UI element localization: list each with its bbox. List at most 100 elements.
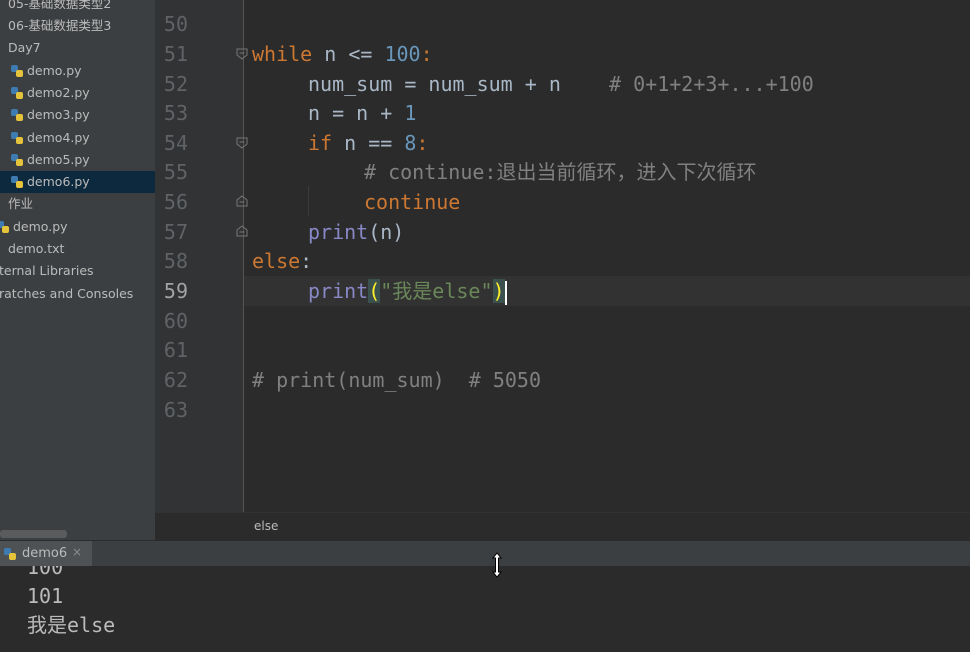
python-file-icon (11, 175, 23, 188)
line-number-current: 59 (163, 279, 188, 303)
line-number: 57 (163, 220, 188, 244)
tree-item-label: demo2.py (27, 85, 90, 100)
tree-item-file[interactable]: demo3.py (10, 104, 90, 126)
line-number: 56 (163, 190, 188, 214)
run-tab-demo6[interactable]: demo6 × (0, 541, 92, 567)
tree-item-scratches[interactable]: ratches and Consoles (0, 283, 133, 305)
python-file-icon (11, 131, 23, 144)
tree-item-file[interactable]: demo2.py (10, 82, 90, 104)
code-text: num_sum = num_sum + n (308, 72, 561, 96)
tree-item-label: demo5.py (27, 152, 90, 167)
close-icon[interactable]: × (72, 545, 82, 559)
sidebar-scrollbar[interactable] (0, 530, 67, 538)
code-line-54[interactable]: if n == 8: (308, 128, 428, 158)
project-tree[interactable]: 05-基础数据类型2 06-基础数据类型3 Day7 demo.py demo2… (0, 0, 155, 540)
code-text: n <= (312, 42, 385, 66)
console-output-line: 101 (27, 584, 64, 608)
code-line-57[interactable]: print(n) (308, 217, 404, 247)
tree-item-label: ternal Libraries (0, 263, 94, 278)
code-text: n == (332, 131, 405, 155)
line-number: 53 (163, 101, 188, 125)
line-number: 54 (163, 131, 188, 155)
ide-window: 05-基础数据类型2 06-基础数据类型3 Day7 demo.py demo2… (0, 0, 970, 652)
code-line-52[interactable]: num_sum = num_sum + n # 0+1+2+3+...+100 (308, 69, 814, 99)
line-number: 63 (163, 398, 188, 422)
console-output-line: 100 (27, 566, 64, 579)
tree-item-label: demo3.py (27, 107, 90, 122)
tree-item-label: demo.py (13, 219, 68, 234)
keyword: continue (364, 190, 461, 214)
keyword: while (252, 42, 313, 66)
tree-item-file[interactable]: demo4.py (10, 127, 90, 149)
fold-open-icon[interactable] (235, 136, 249, 150)
string-literal: "我是else" (380, 279, 493, 303)
tree-item-label: 05-基础数据类型2 (8, 0, 112, 11)
matched-brace: ) (492, 279, 505, 303)
python-file-icon (11, 153, 23, 166)
line-number: 61 (163, 338, 188, 362)
tree-item-label: demo6.py (27, 174, 90, 189)
breadcrumb-item[interactable]: else (254, 519, 278, 533)
run-tab-bar: demo6 × (0, 540, 970, 567)
tree-item-folder[interactable]: 06-基础数据类型3 (8, 15, 111, 37)
python-file-icon (11, 64, 23, 77)
punctuation: : (416, 131, 429, 155)
line-number: 52 (163, 72, 188, 96)
line-number: 55 (163, 160, 188, 184)
breadcrumb: else (155, 512, 970, 541)
tree-item-folder[interactable]: 作业 (8, 193, 33, 215)
code-text: : (300, 249, 313, 273)
tree-item-label: Day7 (8, 40, 41, 55)
tree-item-label: ratches and Consoles (0, 286, 134, 301)
indent-guide (308, 186, 309, 216)
code-line-59[interactable]: print("我是else") (308, 276, 507, 306)
code-line-58[interactable]: else: (252, 246, 312, 276)
python-file-icon (11, 108, 23, 121)
punctuation: : (420, 42, 433, 66)
line-number: 60 (163, 309, 188, 333)
matched-brace: ( (368, 279, 381, 303)
run-console[interactable]: 100 101 我是else (0, 566, 970, 652)
code-line-55[interactable]: # continue:退出当前循环，进入下次循环 (364, 157, 756, 187)
builtin-function: print (308, 279, 369, 303)
line-number: 50 (163, 12, 188, 36)
fold-end-icon[interactable] (235, 194, 249, 208)
keyword: else (252, 249, 301, 273)
tree-item-file[interactable]: demo5.py (10, 149, 90, 171)
tree-item-external-libraries[interactable]: ternal Libraries (0, 260, 94, 282)
keyword: if (308, 131, 333, 155)
tree-item-file-selected[interactable]: demo6.py (0, 171, 155, 193)
fold-open-icon[interactable] (235, 47, 249, 61)
comment: # print(num_sum) # 5050 (252, 368, 541, 392)
builtin-function: print (308, 220, 369, 244)
tree-item-folder[interactable]: 05-基础数据类型2 (8, 0, 111, 15)
tree-item-file[interactable]: demo.txt (8, 238, 64, 260)
text-caret (504, 280, 507, 305)
run-tab-label: demo6 (22, 546, 68, 561)
tree-item-file[interactable]: demo.py (0, 216, 68, 238)
tree-item-label: demo.py (27, 63, 82, 78)
tree-item-folder-day7[interactable]: Day7 (8, 37, 41, 59)
fold-end-icon[interactable] (235, 224, 249, 238)
number-literal: 100 (384, 42, 421, 66)
code-line-62[interactable]: # print(num_sum) # 5050 (252, 365, 541, 395)
line-number: 62 (163, 368, 188, 392)
code-line-53[interactable]: n = n + 1 (308, 98, 416, 128)
tree-item-label: 06-基础数据类型3 (8, 18, 112, 33)
code-line-56[interactable]: continue (364, 187, 460, 217)
comment: # 0+1+2+3+...+100 (609, 72, 814, 96)
comment: # continue:退出当前循环，进入下次循环 (364, 160, 757, 184)
python-icon (4, 548, 16, 560)
number-literal: 8 (404, 131, 417, 155)
python-file-icon (11, 86, 23, 99)
tree-item-label: demo.txt (8, 241, 65, 256)
code-text: n = n + (308, 101, 405, 125)
line-number: 51 (163, 42, 188, 66)
number-literal: 1 (404, 101, 417, 125)
tree-item-file[interactable]: demo.py (10, 60, 82, 82)
code-line-51[interactable]: while n <= 100: (252, 39, 433, 69)
tree-item-label: 作业 (8, 196, 34, 211)
tree-item-label: demo4.py (27, 130, 90, 145)
python-file-icon (0, 220, 9, 233)
line-number: 58 (163, 249, 188, 273)
